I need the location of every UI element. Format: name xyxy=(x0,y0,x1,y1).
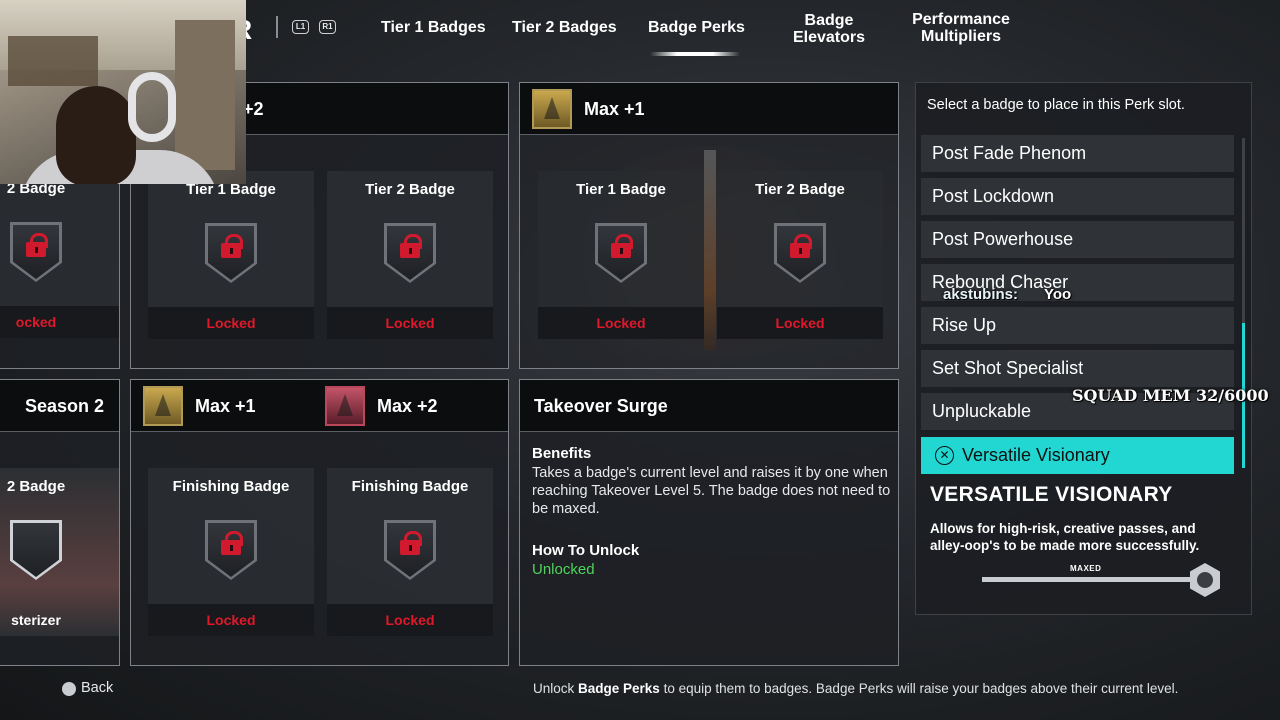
cross-button-icon: ✕ xyxy=(935,446,954,465)
chat-username: akstubins: xyxy=(943,286,1019,303)
badge-shield-icon xyxy=(205,223,257,283)
badge-select-panel: Select a badge to place in this Perk slo… xyxy=(915,82,1252,615)
tab-tier-1-badges[interactable]: Tier 1 Badges xyxy=(381,19,486,36)
squad-counter: SQUAD MEM 32/6000 xyxy=(1072,386,1269,405)
slot-title: Finishing Badge xyxy=(172,478,290,495)
slot-title: 2 Badge xyxy=(6,478,66,495)
list-item-post-powerhouse[interactable]: Post Powerhouse xyxy=(921,221,1234,258)
back-button[interactable]: Back xyxy=(81,680,113,696)
perk-panel-season-2[interactable]: Season 2 2 Badge sterizer xyxy=(0,379,120,666)
slot-title: Tier 2 Badge xyxy=(755,181,845,198)
max-plus-1-perk-icon xyxy=(143,386,183,426)
badge-slot[interactable]: 2 Badge sterizer xyxy=(0,468,119,636)
badge-slot-finishing-2[interactable]: Finishing Badge Locked xyxy=(327,468,493,636)
nav-divider xyxy=(276,16,278,38)
list-item-set-shot-specialist[interactable]: Set Shot Specialist xyxy=(921,350,1234,387)
lock-icon xyxy=(611,234,633,258)
footer-hint-bold: Badge Perks xyxy=(578,681,660,696)
panel-header-title: Takeover Surge xyxy=(534,396,668,416)
badge-select-prompt: Select a badge to place in this Perk slo… xyxy=(927,97,1185,113)
badge-shield-icon xyxy=(10,222,62,282)
list-item-rise-up[interactable]: Rise Up xyxy=(921,307,1234,344)
badge-slot-tier-2[interactable]: Tier 2 Badge Locked xyxy=(717,171,883,339)
l1-bumper-icon[interactable]: L1 xyxy=(292,20,309,34)
tab-tier-2-badges[interactable]: Tier 2 Badges xyxy=(512,19,617,36)
badge-slot-tier-1[interactable]: Tier 1 Badge Locked xyxy=(148,171,314,339)
perk-panel-max-plus-1[interactable]: Max +1 Tier 1 Badge Locked Tier 2 Badge … xyxy=(519,82,899,369)
footer-hint-prefix: Unlock xyxy=(533,681,579,696)
unlock-status: Unlocked xyxy=(532,561,595,578)
slot-status: Locked xyxy=(148,307,314,339)
tab-performance-multipliers[interactable]: Performance Multipliers xyxy=(906,11,1016,45)
panel-header: Max +1 Max +2 xyxy=(131,380,508,432)
badge-slot-tier-1[interactable]: Tier 1 Badge Locked xyxy=(538,171,704,339)
panel-header-title: +2 xyxy=(243,99,264,119)
slot-status: Locked xyxy=(148,604,314,636)
badge-shield-icon xyxy=(384,520,436,580)
list-item-post-fade-phenom[interactable]: Post Fade Phenom xyxy=(921,135,1234,172)
tab-badge-perks[interactable]: Badge Perks xyxy=(648,19,745,36)
list-item-post-lockdown[interactable]: Post Lockdown xyxy=(921,178,1234,215)
badge-detail-description: Allows for high-risk, creative passes, a… xyxy=(930,521,1200,553)
hall-of-fame-badge-icon xyxy=(1190,563,1220,597)
panel-header-title-1: Max +1 xyxy=(195,396,256,416)
badge-detail-title: VERSATILE VISIONARY xyxy=(930,483,1173,506)
panel-header: Season 2 xyxy=(0,380,119,432)
panel-header-title: Max +1 xyxy=(584,99,645,119)
badge-level-fill xyxy=(982,577,1190,582)
slot-title: Tier 2 Badge xyxy=(365,181,455,198)
tab-badge-elevators[interactable]: Badge Elevators xyxy=(790,12,868,46)
panel-header-title-2: Max +2 xyxy=(377,396,438,416)
badge-slot-tier-2[interactable]: Tier 2 Badge Locked xyxy=(327,171,493,339)
lock-icon xyxy=(221,531,243,555)
badge-level-bar xyxy=(982,577,1190,582)
list-item-label: Versatile Visionary xyxy=(962,445,1110,465)
panel-header-title: Season 2 xyxy=(25,396,105,416)
slot-title: Tier 1 Badge xyxy=(576,181,666,198)
benefits-label: Benefits xyxy=(532,445,592,462)
perk-panel-takeover-surge[interactable]: Takeover Surge Benefits Takes a badge's … xyxy=(519,379,899,666)
webcam-door xyxy=(175,20,235,170)
webcam-shelf xyxy=(8,36,98,86)
lock-icon xyxy=(400,234,422,258)
chat-message: Yoo xyxy=(1044,286,1072,303)
slot-status: Locked xyxy=(717,307,883,339)
lock-icon xyxy=(790,234,812,258)
active-tab-indicator xyxy=(650,52,740,56)
badge-shield-icon xyxy=(205,520,257,580)
webcam-head xyxy=(56,86,136,184)
footer-hint: Unlock Badge Perks to equip them to badg… xyxy=(533,681,1178,696)
circle-button-icon[interactable] xyxy=(62,682,76,696)
slot-title: Finishing Badge xyxy=(351,478,469,495)
posterizer-badge-icon xyxy=(10,520,62,580)
badge-slot-finishing-1[interactable]: Finishing Badge Locked xyxy=(148,468,314,636)
perk-panel-finishing[interactable]: Max +1 Max +2 Finishing Badge Locked Fin… xyxy=(130,379,509,666)
headphones-icon xyxy=(128,72,176,142)
r1-bumper-icon[interactable]: R1 xyxy=(319,20,336,34)
max-plus-2-perk-icon xyxy=(325,386,365,426)
badge-shield-icon xyxy=(595,223,647,283)
list-item-versatile-visionary[interactable]: ✕ Versatile Visionary xyxy=(921,437,1234,474)
slot-status: Locked xyxy=(327,604,493,636)
badge-name: sterizer xyxy=(11,612,61,628)
lock-icon xyxy=(400,531,422,555)
streamer-webcam xyxy=(0,0,246,184)
badge-shield-icon xyxy=(774,223,826,283)
slot-status: ocked xyxy=(0,306,119,338)
benefits-text: Takes a badge's current level and raises… xyxy=(532,465,891,517)
panel-header: Max +1 xyxy=(520,83,898,135)
slot-status: Locked xyxy=(538,307,704,339)
lock-icon xyxy=(221,234,243,258)
slot-status: Locked xyxy=(327,307,493,339)
panel-header: Takeover Surge xyxy=(520,380,898,432)
badge-slot[interactable]: 2 Badge ocked xyxy=(0,170,119,338)
max-plus-1-perk-icon xyxy=(532,89,572,129)
footer-hint-suffix: to equip them to badges. Badge Perks wil… xyxy=(659,681,1179,696)
badge-level-label: MAXED xyxy=(1070,564,1102,573)
badge-shield-icon xyxy=(384,223,436,283)
how-to-unlock-label: How To Unlock xyxy=(532,542,640,559)
lock-icon xyxy=(26,233,48,257)
